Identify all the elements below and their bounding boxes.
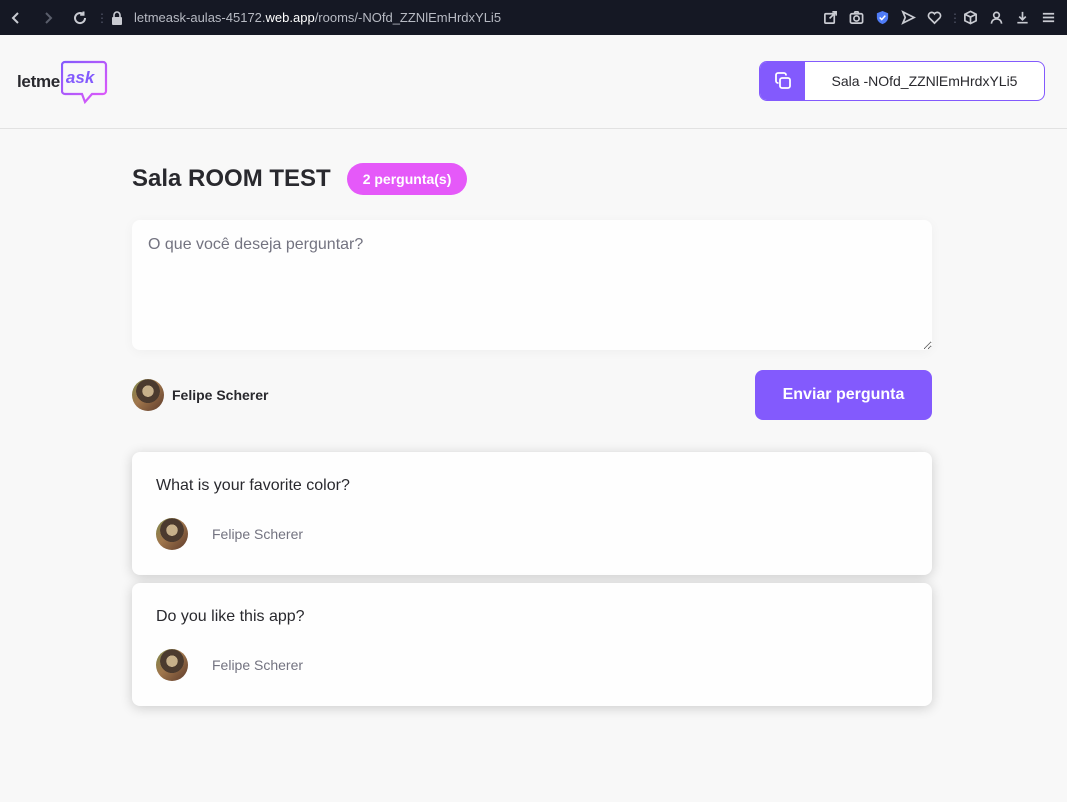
shield-icon[interactable]	[871, 7, 893, 29]
avatar	[156, 518, 188, 550]
question-text: Do you like this app?	[156, 608, 305, 625]
download-icon[interactable]	[1011, 7, 1033, 29]
logo[interactable]: letme ask	[17, 59, 108, 105]
question-text: What is your favorite color?	[156, 477, 350, 494]
logo-text: letme	[17, 72, 60, 91]
question-list: What is your favorite color? Felipe Sche…	[132, 452, 932, 714]
back-icon[interactable]	[0, 0, 32, 35]
question-input[interactable]	[132, 220, 932, 350]
copy-room-code-button[interactable]: Sala -NOfd_ZZNlEmHrdxYLi5	[759, 61, 1045, 101]
forward-icon[interactable]	[32, 0, 64, 35]
profile-icon[interactable]	[985, 7, 1007, 29]
reload-icon[interactable]	[64, 0, 96, 35]
separator-icon: ⋮	[96, 10, 108, 25]
user-info: Felipe Scherer	[132, 379, 269, 411]
page-title: Sala ROOM TEST	[132, 165, 331, 192]
copy-icon	[760, 62, 805, 100]
separator-icon: ⋮	[949, 10, 961, 25]
send-question-button[interactable]: Enviar pergunta	[755, 370, 932, 420]
url-path: /rooms/-NOfd_ZZNlEmHrdxYLi5	[314, 10, 502, 25]
camera-icon[interactable]	[845, 7, 867, 29]
browser-actions: ⋮	[819, 0, 1059, 35]
question-card: What is your favorite color? Felipe Sche…	[132, 452, 932, 575]
avatar	[156, 649, 188, 681]
question-card: Do you like this app? Felipe Scherer	[132, 583, 932, 706]
menu-icon[interactable]	[1037, 7, 1059, 29]
room-code-label: Sala -NOfd_ZZNlEmHrdxYLi5	[831, 73, 1018, 89]
form-footer: Felipe Scherer Enviar pergunta	[132, 370, 932, 420]
share-icon[interactable]	[819, 7, 841, 29]
url-domain: web.app	[265, 10, 315, 25]
send-icon[interactable]	[897, 7, 919, 29]
app-header: letme ask Sala -NOfd_ZZNlEmHrdxYLi5	[0, 35, 1067, 129]
browser-toolbar: ⋮ letmeask-aulas-45172.web.app/rooms/-NO…	[0, 0, 1067, 35]
room-title-row: Sala ROOM TEST 2 pergunta(s)	[132, 162, 468, 196]
heart-icon[interactable]	[923, 7, 945, 29]
cube-icon[interactable]	[959, 7, 981, 29]
question-count-badge: 2 pergunta(s)	[346, 163, 468, 195]
question-author: Felipe Scherer	[212, 526, 304, 542]
logo-accent: ask	[65, 68, 95, 87]
lock-icon[interactable]	[104, 10, 130, 25]
user-name: Felipe Scherer	[172, 387, 269, 403]
address-bar[interactable]: letmeask-aulas-45172.web.app/rooms/-NOfd…	[134, 10, 501, 25]
question-footer: Felipe Scherer	[156, 518, 303, 550]
question-form	[132, 220, 932, 350]
logo-bubble-icon: ask	[60, 60, 108, 104]
question-footer: Felipe Scherer	[156, 649, 303, 681]
question-author: Felipe Scherer	[212, 657, 304, 673]
avatar	[132, 379, 164, 411]
url-prefix: letmeask-aulas-45172.	[134, 10, 266, 25]
